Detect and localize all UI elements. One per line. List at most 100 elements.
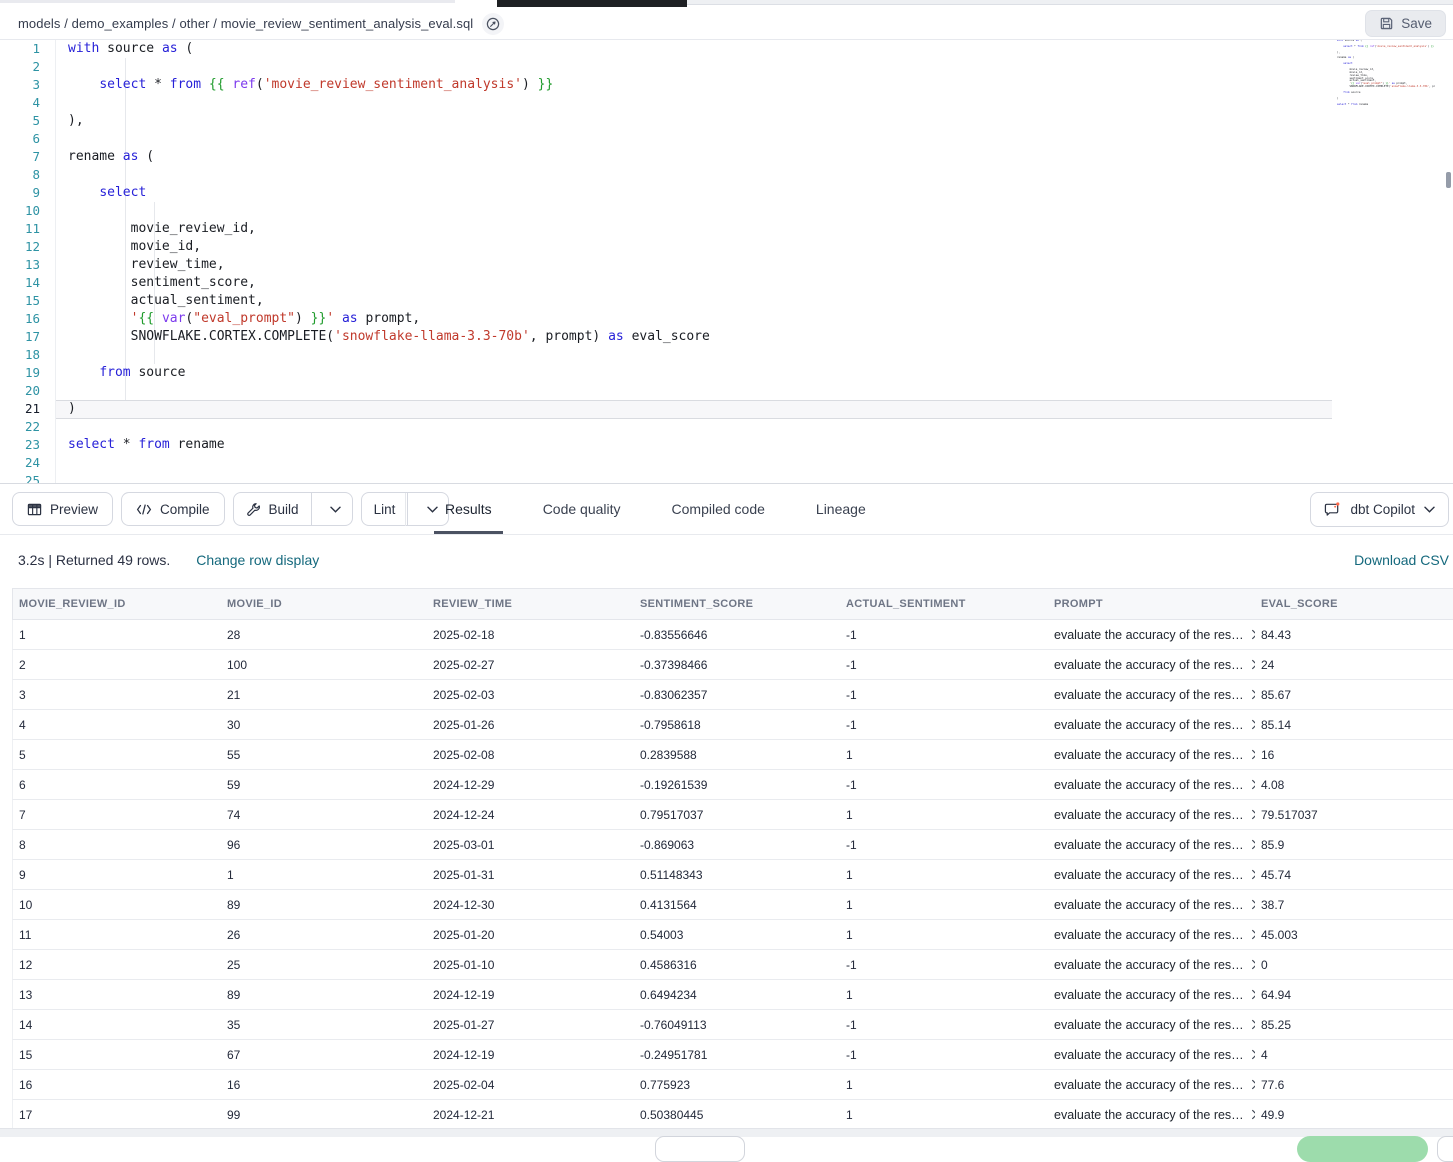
code-editor[interactable]: 1234567891011121314151617181920212223242… — [0, 40, 1453, 484]
code-line[interactable]: movie_id, — [56, 238, 1453, 256]
tab-compiled-code[interactable]: Compiled code — [661, 484, 776, 534]
dbt-copilot-button[interactable]: dbt Copilot — [1310, 492, 1449, 527]
column-header[interactable]: ACTUAL_SENTIMENT — [840, 589, 1048, 619]
line-number[interactable]: 11 — [0, 220, 55, 238]
prompt-cell: evaluate the accuracy of the res… — [1048, 950, 1255, 979]
code-line[interactable]: select * from {{ ref('movie_review_senti… — [56, 76, 1453, 94]
line-number[interactable]: 9 — [0, 184, 55, 202]
prompt-preview: evaluate the accuracy of the res… — [1054, 1108, 1244, 1122]
prompt-preview: evaluate the accuracy of the res… — [1054, 928, 1244, 942]
prompt-cell: evaluate the accuracy of the res… — [1048, 710, 1255, 739]
column-header[interactable]: PROMPT — [1048, 589, 1255, 619]
line-number[interactable]: 18 — [0, 346, 55, 364]
lint-button[interactable]: Lint — [362, 493, 409, 525]
code-line[interactable]: select — [56, 184, 1453, 202]
column-header[interactable]: REVIEW_TIME — [427, 589, 634, 619]
line-number[interactable]: 25 — [0, 472, 55, 484]
build-button-label: Build — [269, 502, 299, 517]
code-line[interactable]: ), — [56, 112, 1453, 130]
code-line[interactable] — [56, 58, 1453, 76]
code-token — [1337, 85, 1350, 88]
line-number[interactable]: 24 — [0, 454, 55, 472]
save-button[interactable]: Save — [1365, 10, 1446, 37]
code-line[interactable] — [56, 166, 1453, 184]
code-line[interactable]: ) — [56, 400, 1453, 418]
line-number[interactable]: 14 — [0, 274, 55, 292]
code-line[interactable] — [56, 202, 1453, 220]
preview-button[interactable]: Preview — [12, 492, 113, 526]
tab-code-quality[interactable]: Code quality — [532, 484, 632, 534]
code-token — [68, 329, 131, 344]
code-line[interactable]: review_time, — [56, 256, 1453, 274]
column-header[interactable]: EVAL_SCORE — [1255, 589, 1453, 619]
column-header[interactable]: MOVIE_REVIEW_ID — [13, 589, 221, 619]
line-number[interactable]: 8 — [0, 166, 55, 184]
code-lines[interactable]: with source as ( select * from {{ ref('m… — [56, 40, 1453, 483]
tab-results[interactable]: Results — [434, 484, 503, 534]
line-number[interactable]: 12 — [0, 238, 55, 256]
prompt-preview: evaluate the accuracy of the res… — [1054, 988, 1244, 1002]
line-number[interactable]: 10 — [0, 202, 55, 220]
prompt-cell: evaluate the accuracy of the res… — [1048, 920, 1255, 949]
code-line[interactable] — [56, 382, 1453, 400]
line-number[interactable]: 1 — [0, 40, 55, 58]
minimap[interactable]: with source as ( select * from {{ ref('m… — [1335, 40, 1435, 118]
table-cell: -1 — [840, 620, 1048, 649]
code-line[interactable]: sentiment_score, — [56, 274, 1453, 292]
code-line[interactable]: select * from rename — [56, 436, 1453, 454]
copilot-icon[interactable] — [482, 13, 504, 35]
line-number[interactable]: 16 — [0, 310, 55, 328]
cropped-green-button[interactable] — [1297, 1136, 1428, 1162]
code-token: select — [99, 185, 146, 200]
cropped-bottom-button[interactable] — [655, 1136, 745, 1162]
build-dropdown-button[interactable] — [320, 493, 352, 525]
code-line[interactable] — [56, 94, 1453, 112]
code-token: }} — [1431, 45, 1434, 48]
code-line[interactable]: with source as ( — [56, 40, 1453, 58]
code-token: 'movie_review_sentiment_analysis' — [264, 77, 522, 92]
line-number[interactable]: 15 — [0, 292, 55, 310]
code-line[interactable]: '{{ var("eval_prompt") }}' as prompt, — [56, 310, 1453, 328]
line-number[interactable]: 19 — [0, 364, 55, 382]
code-line[interactable]: rename as ( — [56, 148, 1453, 166]
line-number[interactable]: 13 — [0, 256, 55, 274]
code-line[interactable]: movie_review_id, — [56, 220, 1453, 238]
table-cell: 67 — [221, 1040, 427, 1069]
breadcrumb[interactable]: models / demo_examples / other / movie_r… — [18, 16, 473, 31]
compile-button[interactable]: Compile — [121, 492, 225, 526]
tab-lineage[interactable]: Lineage — [805, 484, 877, 534]
build-button[interactable]: Build — [234, 493, 312, 525]
line-number[interactable]: 5 — [0, 112, 55, 130]
code-line[interactable] — [56, 454, 1453, 472]
column-header[interactable]: SENTIMENT_SCORE — [634, 589, 840, 619]
cropped-tab-right — [687, 0, 1453, 5]
line-number[interactable]: 21 — [0, 400, 55, 418]
line-number[interactable]: 17 — [0, 328, 55, 346]
download-csv-link[interactable]: Download CSV — [1354, 552, 1449, 568]
editor-gutter[interactable]: 1234567891011121314151617181920212223242… — [0, 40, 56, 483]
cropped-bottom-button[interactable] — [1437, 1136, 1453, 1162]
code-token: ), — [1337, 51, 1340, 54]
line-number[interactable]: 20 — [0, 382, 55, 400]
code-line[interactable]: actual_sentiment, — [56, 292, 1453, 310]
table-cell: 2024-12-21 — [427, 1100, 634, 1129]
line-number[interactable]: 4 — [0, 94, 55, 112]
code-line[interactable]: from source — [56, 364, 1453, 382]
line-number[interactable]: 23 — [0, 436, 55, 454]
code-line[interactable]: SNOWFLAKE.CORTEX.COMPLETE('snowflake-lla… — [56, 328, 1453, 346]
line-number[interactable]: 7 — [0, 148, 55, 166]
code-token: ( — [1351, 56, 1354, 59]
line-number[interactable]: 3 — [0, 76, 55, 94]
code-line[interactable] — [56, 472, 1453, 484]
code-token: * — [146, 77, 169, 92]
line-number[interactable]: 22 — [0, 418, 55, 436]
table-row: 7742024-12-240.795170371evaluate the acc… — [12, 800, 1453, 830]
line-number[interactable]: 2 — [0, 58, 55, 76]
code-line[interactable] — [56, 130, 1453, 148]
line-number[interactable]: 6 — [0, 130, 55, 148]
code-line[interactable] — [56, 418, 1453, 436]
table-row: 6592024-12-29-0.19261539-1evaluate the a… — [12, 770, 1453, 800]
code-line[interactable] — [56, 346, 1453, 364]
change-row-display-link[interactable]: Change row display — [196, 552, 319, 568]
column-header[interactable]: MOVIE_ID — [221, 589, 427, 619]
